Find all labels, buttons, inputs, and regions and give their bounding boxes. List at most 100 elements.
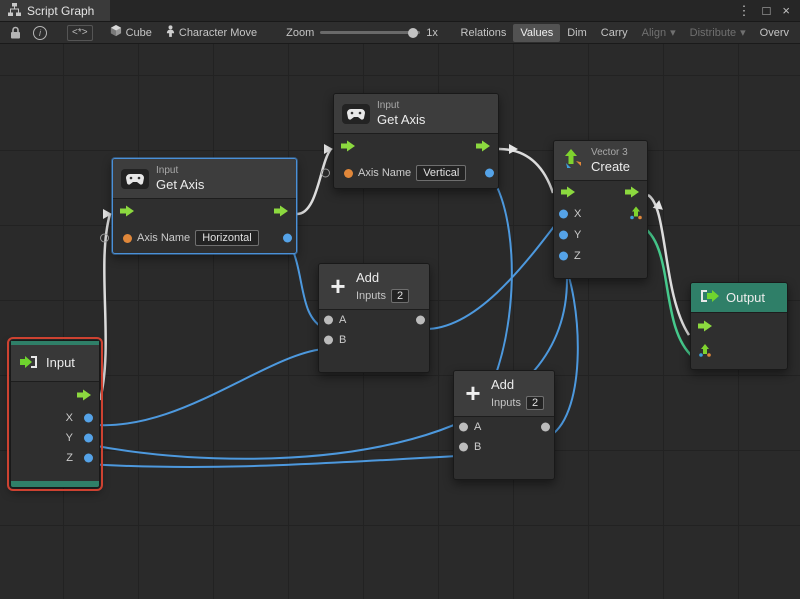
unconnected-port-circle[interactable] [100,234,109,243]
flow-out-port[interactable] [77,390,92,401]
port-label: X [574,208,581,220]
zoom-slider[interactable] [320,31,420,34]
inputs-label: Inputs [356,290,386,302]
node-category: Input [377,100,425,112]
string-port-dot[interactable] [123,234,132,243]
inputs-count-field[interactable]: 2 [526,396,544,410]
unity-script-graph-window: Script Graph ⋮ □ × i <*> Cube Character … [0,0,800,599]
close-icon[interactable]: × [782,4,790,17]
cube-breadcrumb[interactable]: Cube [103,22,159,43]
node-vector3-create[interactable]: Vector 3 Create X Y Z [553,140,648,279]
node-category: Vector 3 [591,147,630,159]
character-move-breadcrumb[interactable]: Character Move [159,22,264,43]
port-label: Y [66,432,73,444]
wire-add1-to-vector-x [423,216,562,329]
value-in-port-a[interactable] [324,315,333,324]
maximize-icon[interactable]: □ [763,4,771,17]
inputs-count-field[interactable]: 2 [391,289,409,303]
tab-script-graph[interactable]: Script Graph [0,0,110,21]
value-out-port-x[interactable] [84,414,93,423]
port-label: B [474,441,481,453]
string-port-dot[interactable] [344,169,353,178]
tab-title: Script Graph [27,4,94,18]
port-label: Y [574,229,581,241]
wire-inputx-to-add1-b [86,349,323,425]
value-out-port-z[interactable] [84,454,93,463]
node-input[interactable]: Input X Y Z [10,340,100,488]
unconnected-port-circle[interactable] [321,169,330,178]
axis-name-field[interactable]: Horizontal [195,230,259,246]
node-header[interactable]: Output [691,283,787,313]
node-header[interactable]: Input Get Axis [334,94,498,134]
flow-in-port[interactable] [561,187,576,198]
value-out-port-y[interactable] [84,434,93,443]
node-header[interactable]: Input [11,345,99,382]
wire-flow-vector-to-output [648,195,689,335]
unit-footer-strip [11,481,99,487]
lock-icon[interactable] [4,26,27,39]
value-in-port-x[interactable] [559,209,568,218]
carry-button[interactable]: Carry [594,24,635,42]
flow-in-port[interactable] [698,321,713,332]
code-icon[interactable]: <*> [67,25,93,41]
flow-out-port[interactable] [476,141,491,152]
node-header[interactable]: + Add Inputs 2 [319,264,429,310]
axis-name-field[interactable]: Vertical [416,165,466,181]
inputs-label: Inputs [491,397,521,409]
toolbar-right-group: Relations Values Dim Carry Align ▾ Distr… [454,23,796,42]
node-title: Input [46,355,75,371]
character-icon [166,25,175,40]
node-get-axis-horizontal[interactable]: Input Get Axis Axis Name Horizontal [112,158,297,254]
param-label: Axis Name [137,232,190,244]
node-title: Output [726,290,765,306]
value-in-port-a[interactable] [459,422,468,431]
node-header[interactable]: Input Get Axis [113,159,296,199]
vector-in-port[interactable] [698,343,712,357]
node-header[interactable]: + Add Inputs 2 [454,371,554,417]
value-out-port[interactable] [541,422,550,431]
tab-bar: Script Graph ⋮ □ × [0,0,800,22]
chevron-down-icon: ▾ [670,26,676,39]
vector-out-port[interactable] [629,205,643,222]
value-in-port-y[interactable] [559,230,568,239]
more-icon[interactable]: ⋮ [738,4,751,17]
node-get-axis-vertical[interactable]: Input Get Axis Axis Name Vertical [333,93,499,189]
zoom-slider-handle[interactable] [408,28,418,38]
dim-button[interactable]: Dim [560,24,594,42]
value-in-port-b[interactable] [324,335,333,344]
node-output[interactable]: Output [690,282,788,370]
zoom-value: 1x [426,27,438,39]
value-out-port[interactable] [283,234,292,243]
flow-out-port[interactable] [274,206,289,217]
node-add-2[interactable]: + Add Inputs 2 A B [453,370,555,480]
relations-button[interactable]: Relations [454,24,514,42]
wire-inputz-to-add2-b [86,456,458,467]
port-label: X [66,412,73,424]
input-icon [19,355,39,372]
info-icon[interactable]: i [27,26,53,40]
value-in-port-z[interactable] [559,251,568,260]
add-icon: + [327,276,349,296]
script-graph-icon [8,3,21,19]
vector3-icon [562,148,584,173]
cube-icon [110,25,122,40]
value-out-port[interactable] [416,315,425,324]
align-dropdown[interactable]: Align ▾ [635,23,683,42]
wire-flow-getaxis-v-to-vector [499,149,553,193]
node-add-1[interactable]: + Add Inputs 2 A B [318,263,430,373]
output-icon [699,289,719,306]
node-header[interactable]: Vector 3 Create [554,141,647,181]
flow-out-port[interactable] [625,187,640,198]
port-label: A [339,314,346,326]
node-category: Input [156,165,204,177]
node-title: Get Axis [156,177,204,193]
flow-in-port[interactable] [120,206,135,217]
overview-button[interactable]: Overv [753,24,796,42]
flow-arrowhead [324,144,333,154]
distribute-dropdown[interactable]: Distribute ▾ [683,23,753,42]
values-button[interactable]: Values [513,24,560,42]
value-in-port-b[interactable] [459,442,468,451]
value-out-port[interactable] [485,169,494,178]
graph-canvas[interactable]: Input Get Axis Axis Name Vertical [0,44,800,599]
flow-in-port[interactable] [341,141,356,152]
